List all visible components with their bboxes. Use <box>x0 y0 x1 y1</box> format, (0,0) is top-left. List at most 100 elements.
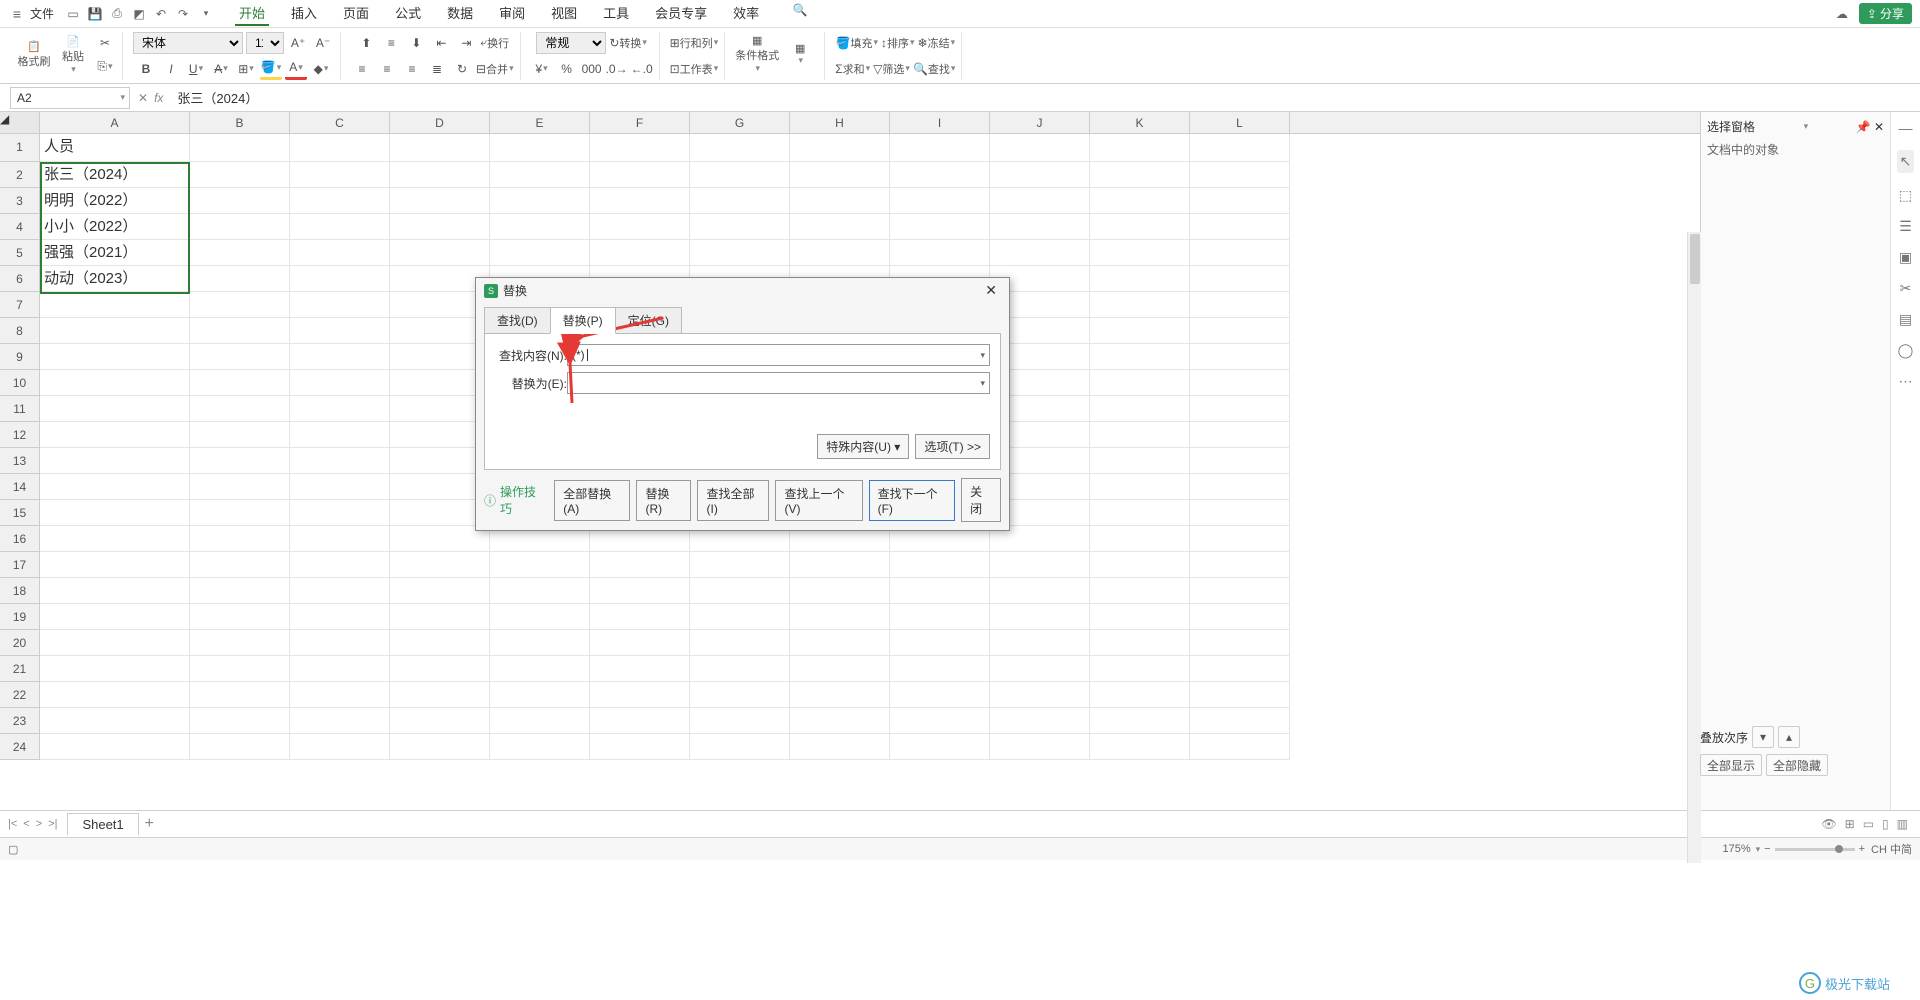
decrease-font-button[interactable]: A⁻ <box>312 32 334 54</box>
cell[interactable] <box>40 448 190 474</box>
align-right-button[interactable]: ≡ <box>401 58 423 80</box>
cell[interactable]: 小小（2022） <box>40 214 190 240</box>
eye-icon[interactable]: 👁 <box>1821 817 1836 831</box>
options-button[interactable]: 选项(T) >> <box>915 434 990 459</box>
cell[interactable] <box>590 552 690 578</box>
cell[interactable] <box>1090 318 1190 344</box>
row-header[interactable]: 20 <box>0 630 40 656</box>
cell[interactable] <box>1090 344 1190 370</box>
replace-with-input[interactable]: ▾ <box>567 372 990 394</box>
cell[interactable] <box>890 188 990 214</box>
col-header-K[interactable]: K <box>1090 112 1190 133</box>
cell[interactable] <box>40 500 190 526</box>
tab-review[interactable]: 审阅 <box>495 1 529 26</box>
cell[interactable]: 明明（2022） <box>40 188 190 214</box>
cell[interactable] <box>1090 266 1190 292</box>
cell[interactable] <box>790 214 890 240</box>
row-header[interactable]: 22 <box>0 682 40 708</box>
cell[interactable] <box>1190 734 1290 760</box>
sum-button[interactable]: Σ求和▾ <box>835 58 870 80</box>
cell[interactable] <box>1190 448 1290 474</box>
sheet-prev-icon[interactable]: < <box>21 818 31 830</box>
cell[interactable] <box>390 188 490 214</box>
col-header-J[interactable]: J <box>990 112 1090 133</box>
cell[interactable] <box>690 604 790 630</box>
tab-efficiency[interactable]: 效率 <box>729 1 763 26</box>
cell[interactable] <box>290 370 390 396</box>
cell[interactable] <box>690 578 790 604</box>
cell[interactable] <box>790 240 890 266</box>
cell[interactable] <box>390 630 490 656</box>
cell[interactable] <box>290 134 390 162</box>
align-bottom-button[interactable]: ⬇ <box>405 32 427 54</box>
find-next-button[interactable]: 查找下一个(F) <box>869 480 956 521</box>
cell[interactable] <box>190 630 290 656</box>
col-header-C[interactable]: C <box>290 112 390 133</box>
cell[interactable] <box>990 656 1090 682</box>
sort-button[interactable]: ↕排序▾ <box>881 32 915 54</box>
cell[interactable] <box>40 552 190 578</box>
cell[interactable]: 强强（2021） <box>40 240 190 266</box>
cell[interactable] <box>1190 188 1290 214</box>
cell[interactable] <box>40 318 190 344</box>
cell[interactable] <box>40 422 190 448</box>
font-color-button[interactable]: A▾ <box>285 58 307 80</box>
cell[interactable] <box>1190 266 1290 292</box>
cell[interactable] <box>290 552 390 578</box>
cell[interactable] <box>1190 396 1290 422</box>
ime-indicator[interactable]: CH 中简 <box>1871 841 1912 857</box>
replace-button[interactable]: 替换(R) <box>636 480 691 521</box>
cancel-formula-icon[interactable]: ✕ <box>138 91 148 105</box>
cell[interactable] <box>1090 604 1190 630</box>
cell[interactable] <box>490 656 590 682</box>
find-button[interactable]: 🔍查找▾ <box>913 58 955 80</box>
cell[interactable] <box>590 134 690 162</box>
find-what-input[interactable]: (*)▾ <box>567 344 990 366</box>
zoom-out-button[interactable]: − <box>1764 843 1770 855</box>
cell[interactable] <box>190 708 290 734</box>
cell[interactable] <box>890 604 990 630</box>
scissors-icon[interactable]: ✂ <box>1900 280 1912 297</box>
cell[interactable] <box>290 292 390 318</box>
cell[interactable] <box>190 318 290 344</box>
cell[interactable] <box>390 240 490 266</box>
cell[interactable] <box>590 578 690 604</box>
tab-page[interactable]: 页面 <box>339 1 373 26</box>
cell[interactable] <box>890 578 990 604</box>
cell[interactable] <box>1190 240 1290 266</box>
formula-input[interactable]: 张三（2024） <box>171 87 1920 109</box>
cell[interactable] <box>290 604 390 630</box>
cell[interactable] <box>1090 396 1190 422</box>
align-middle-button[interactable]: ≡ <box>380 32 402 54</box>
cell[interactable] <box>390 552 490 578</box>
cell[interactable] <box>190 422 290 448</box>
hide-all-button[interactable]: 全部隐藏 <box>1766 754 1828 776</box>
col-header-H[interactable]: H <box>790 112 890 133</box>
cell[interactable] <box>1190 292 1290 318</box>
row-header[interactable]: 15 <box>0 500 40 526</box>
cell[interactable] <box>690 134 790 162</box>
cell[interactable] <box>290 500 390 526</box>
sheet-tab[interactable]: Sheet1 <box>67 813 138 835</box>
row-header[interactable]: 11 <box>0 396 40 422</box>
cell[interactable] <box>1190 656 1290 682</box>
cell[interactable] <box>390 656 490 682</box>
orientation-button[interactable]: ↻ <box>451 58 473 80</box>
more-icon[interactable]: ⋯ <box>1899 373 1913 390</box>
cell[interactable] <box>1190 474 1290 500</box>
cell[interactable] <box>1190 344 1290 370</box>
col-header-A[interactable]: A <box>40 112 190 133</box>
cell[interactable] <box>190 240 290 266</box>
cell[interactable] <box>1190 552 1290 578</box>
cell[interactable] <box>990 578 1090 604</box>
file-menu[interactable]: 文件 <box>30 5 54 22</box>
cell[interactable] <box>1190 500 1290 526</box>
dialog-close-button[interactable]: ✕ <box>981 282 1001 299</box>
cell[interactable] <box>590 656 690 682</box>
tips-link[interactable]: ⓘ操作技巧 <box>484 483 542 517</box>
properties-icon[interactable]: ☰ <box>1899 218 1912 235</box>
cell[interactable] <box>390 214 490 240</box>
cell[interactable] <box>1190 682 1290 708</box>
cell[interactable] <box>190 396 290 422</box>
minimize-icon[interactable]: — <box>1899 120 1913 136</box>
